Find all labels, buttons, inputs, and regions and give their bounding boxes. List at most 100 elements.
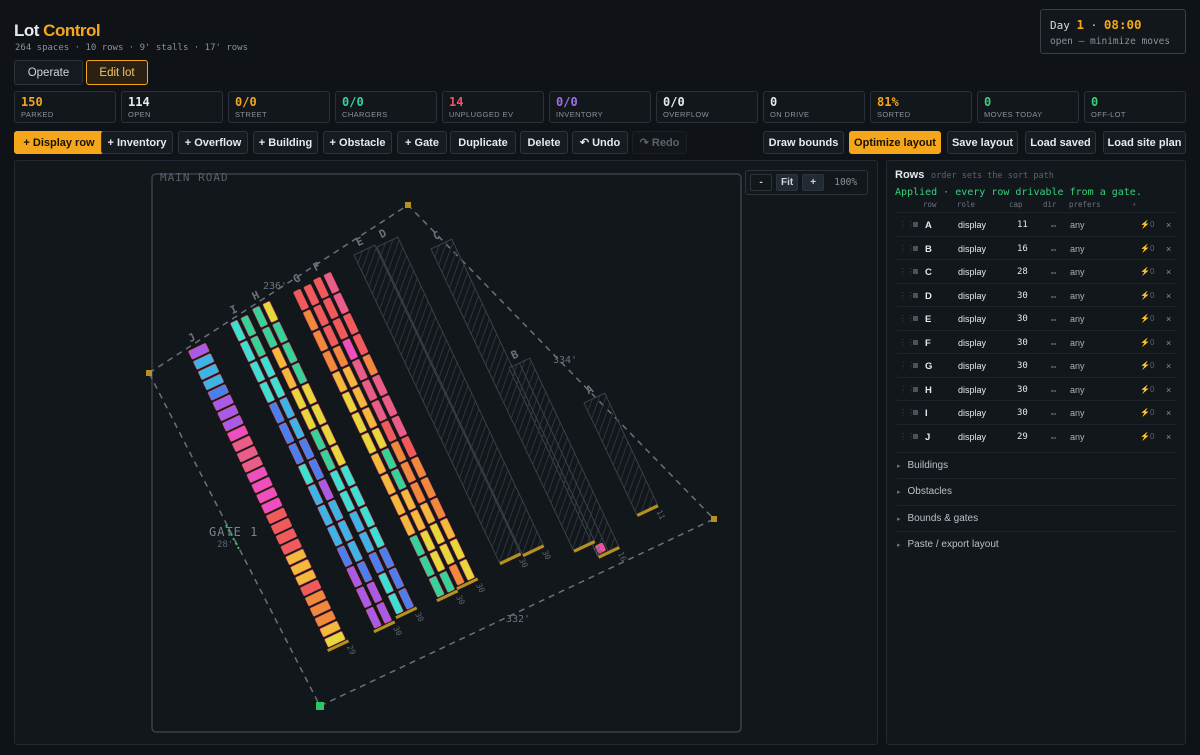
row-prefers[interactable]: any: [1070, 244, 1085, 254]
row-role[interactable]: display: [958, 220, 986, 230]
row-role[interactable]: display: [958, 244, 986, 254]
section-obstacles[interactable]: ▸ Obstacles: [897, 478, 1177, 504]
row-direction[interactable]: ⇔: [1049, 338, 1058, 348]
row-role[interactable]: display: [958, 338, 986, 348]
operate-mode-button[interactable]: Operate: [14, 60, 83, 85]
row-direction[interactable]: ⇔: [1049, 314, 1058, 324]
remove-row-icon[interactable]: ×: [1166, 314, 1171, 324]
save-layout-button[interactable]: Save layout: [947, 131, 1018, 154]
row-name: F: [925, 337, 931, 349]
edit-lot-mode-button[interactable]: Edit lot: [86, 60, 148, 85]
row-item-e[interactable]: ⋮⋮ Edisplay 30 ⇔ any ⚡0 ×: [897, 306, 1177, 330]
row-item-i[interactable]: ⋮⋮ Idisplay 30 ⇔ any ⚡0 ×: [897, 400, 1177, 424]
remove-row-icon[interactable]: ×: [1166, 361, 1171, 371]
row-prefers[interactable]: any: [1070, 432, 1085, 442]
row-item-h[interactable]: ⋮⋮ Hdisplay 30 ⇔ any ⚡0 ×: [897, 376, 1177, 401]
row-chargers: ⚡0: [1140, 337, 1155, 347]
row-direction[interactable]: ⇔: [1049, 220, 1058, 230]
row-item-f[interactable]: ⋮⋮ Fdisplay 30 ⇔ any ⚡0 ×: [897, 329, 1177, 354]
zoom-in-button[interactable]: +: [802, 174, 825, 191]
display-row-button[interactable]: + Display row: [14, 131, 104, 154]
zoom-level: 100%: [834, 177, 858, 188]
row-direction[interactable]: ⇔: [1049, 432, 1058, 442]
row-color-swatch: [913, 222, 918, 227]
row-direction[interactable]: ⇔: [1049, 291, 1058, 301]
row-prefers[interactable]: any: [1070, 338, 1085, 348]
remove-row-icon[interactable]: ×: [1166, 432, 1171, 442]
remove-row-icon[interactable]: ×: [1166, 244, 1171, 254]
row-prefers[interactable]: any: [1070, 314, 1085, 324]
remove-row-icon[interactable]: ×: [1166, 220, 1171, 230]
stat-value: 14: [449, 95, 464, 109]
remove-row-icon[interactable]: ×: [1166, 267, 1171, 277]
remove-row-icon[interactable]: ×: [1166, 291, 1171, 301]
gate-button[interactable]: + Gate: [397, 131, 447, 154]
row-capacity-label: 30: [454, 594, 466, 607]
delete-button[interactable]: Delete: [520, 131, 568, 154]
lot-canvas[interactable]: MAIN ROAD 236' 334' 332' GATE 1 28' A 11 B…: [14, 160, 878, 745]
row-item-b[interactable]: ⋮⋮ Bdisplay 16 ⇔ any ⚡0 ×: [897, 235, 1177, 260]
row-prefers[interactable]: any: [1070, 220, 1085, 230]
section-bounds-gates[interactable]: ▸ Bounds & gates: [897, 505, 1177, 531]
section-paste-export-layout[interactable]: ▸ Paste / export layout: [897, 531, 1177, 557]
row-capacity: 28: [1017, 267, 1028, 277]
row-role[interactable]: display: [958, 314, 986, 324]
row-color-swatch: [913, 410, 918, 415]
row-role[interactable]: display: [958, 291, 986, 301]
row-prefers[interactable]: any: [1070, 361, 1085, 371]
lot-summary: 264 spaces · 10 rows · 9' stalls · 17' r…: [15, 43, 248, 53]
row-direction[interactable]: ⇔: [1049, 361, 1058, 371]
row-role[interactable]: display: [958, 432, 986, 442]
row-role[interactable]: display: [958, 408, 986, 418]
remove-row-icon[interactable]: ×: [1166, 385, 1171, 395]
row-item-d[interactable]: ⋮⋮ Ddisplay 30 ⇔ any ⚡0 ×: [897, 282, 1177, 307]
remove-row-icon[interactable]: ×: [1166, 338, 1171, 348]
row-item-a[interactable]: ⋮⋮ Adisplay 11 ⇔ any ⚡0 ×: [897, 212, 1177, 236]
building-button[interactable]: + Building: [253, 131, 318, 154]
stat-chargers: 0/0 CHARGERS: [335, 91, 437, 123]
section-label: Buildings: [907, 460, 949, 471]
row-prefers[interactable]: any: [1070, 385, 1085, 395]
row-prefers[interactable]: any: [1070, 291, 1085, 301]
row-direction[interactable]: ⇔: [1049, 385, 1058, 395]
gate-label: GATE 1: [209, 525, 258, 539]
row-prefers[interactable]: any: [1070, 408, 1085, 418]
row-item-g[interactable]: ⋮⋮ Gdisplay 30 ⇔ any ⚡0 ×: [897, 353, 1177, 377]
row-role[interactable]: display: [958, 267, 986, 277]
row-role[interactable]: display: [958, 385, 986, 395]
bounds-handle[interactable]: [711, 516, 717, 522]
zoom-out-button[interactable]: -: [750, 174, 772, 191]
redo-button[interactable]: ↷ Redo: [632, 131, 687, 154]
row-role[interactable]: display: [958, 361, 986, 371]
duplicate-button[interactable]: Duplicate: [450, 131, 516, 154]
row-direction[interactable]: ⇔: [1049, 267, 1058, 277]
remove-row-icon[interactable]: ×: [1166, 408, 1171, 418]
optimize-layout-button[interactable]: Optimize layout: [849, 131, 941, 154]
bounds-handle[interactable]: [405, 202, 411, 208]
row-color-swatch: [913, 386, 918, 392]
row-direction[interactable]: ⇔: [1049, 408, 1058, 418]
stat-label: MOVES TODAY: [984, 110, 1043, 119]
section-buildings[interactable]: ▸ Buildings: [897, 452, 1177, 478]
load-site-plan-button[interactable]: Load site plan: [1103, 131, 1186, 154]
row-label: I: [228, 302, 240, 317]
row-prefers[interactable]: any: [1070, 267, 1085, 277]
undo-button[interactable]: ↶ Undo: [572, 131, 628, 154]
row-item-c[interactable]: ⋮⋮ Cdisplay 28 ⇔ any ⚡0 ×: [897, 259, 1177, 283]
main-road-label: MAIN ROAD: [160, 171, 229, 184]
row-item-j[interactable]: ⋮⋮ Jdisplay 29 ⇔ any ⚡0 ×: [897, 423, 1177, 448]
bounds-handle[interactable]: [146, 370, 152, 376]
brand-word: Lot: [14, 21, 39, 40]
load-saved-button[interactable]: Load saved: [1025, 131, 1096, 154]
zoom-fit-button[interactable]: Fit: [776, 174, 799, 191]
overflow-button[interactable]: + Overflow: [178, 131, 248, 154]
lot-map[interactable]: MAIN ROAD 236' 334' 332' GATE 1 28' A 11 B…: [15, 161, 878, 745]
inventory-button[interactable]: + Inventory: [101, 131, 173, 154]
bounds-handle[interactable]: [316, 702, 324, 710]
row-color-swatch: [913, 245, 918, 251]
row-direction[interactable]: ⇔: [1049, 244, 1058, 254]
draw-bounds-button[interactable]: Draw bounds: [763, 131, 844, 154]
obstacle-button[interactable]: + Obstacle: [323, 131, 392, 154]
stat-inventory: 0/0 INVENTORY: [549, 91, 651, 123]
dimension-label: 332': [506, 614, 530, 625]
